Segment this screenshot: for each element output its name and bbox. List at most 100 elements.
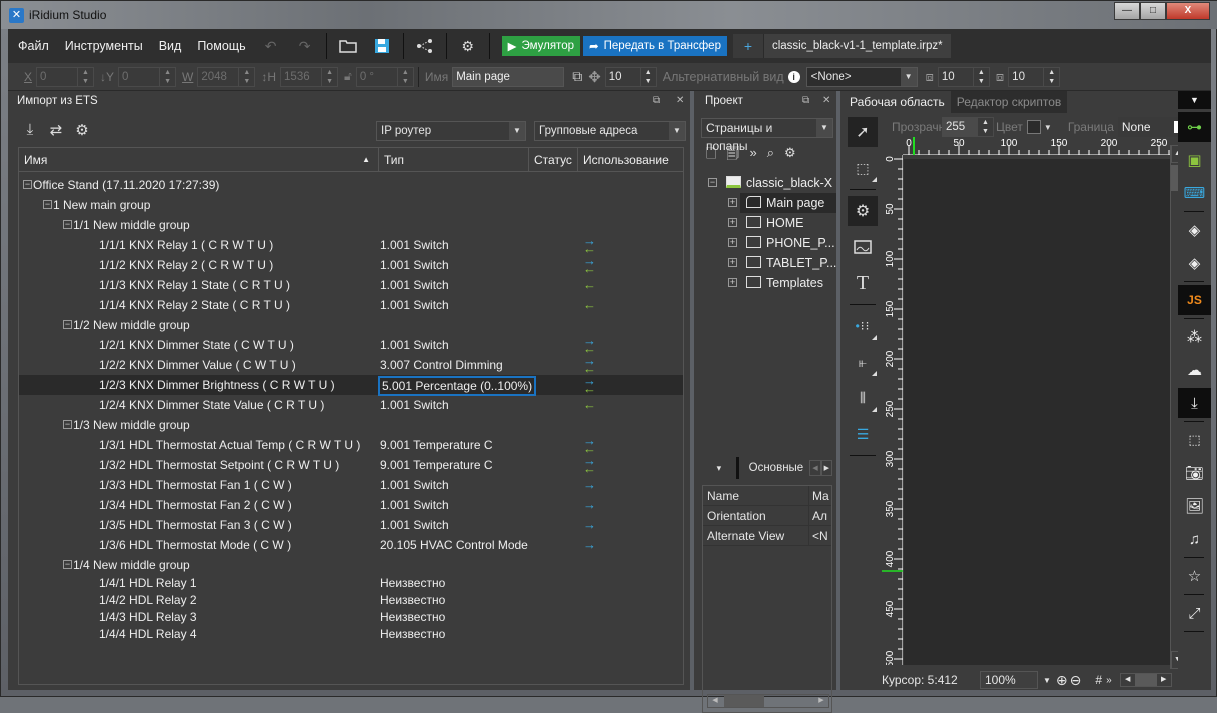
spin-arrows-icon[interactable]: ▲ ▼ [639,67,656,86]
resize-icon[interactable]: ⤢ [1178,598,1211,628]
group-row[interactable]: −1/4 New middle group [19,555,683,575]
spin-arrows-icon[interactable]: ▲ ▼ [396,67,413,86]
table-row[interactable]: 1/4/1 HDL Relay 1 Неизвестно [19,575,683,592]
close-button[interactable]: X [1166,2,1210,20]
tab-scroll-right-icon[interactable]: ▶ [820,460,832,476]
open-folder-icon[interactable] [337,35,359,57]
chevron-down-icon[interactable]: ▼ [1044,123,1052,132]
property-value[interactable]: <N [809,526,831,545]
spin-arrows-icon[interactable]: ▲ ▼ [159,67,175,86]
property-value[interactable]: Ma [809,486,831,505]
table-row[interactable]: 1/4/3 HDL Relay 3 Неизвестно [19,609,683,626]
spin1-spinbox[interactable]: 10 ▲ ▼ [937,66,990,87]
column-header-status[interactable]: Статус [529,148,578,171]
document-tab[interactable]: classic_black-v1-1_template.irpz* [762,34,951,58]
table-row[interactable]: 1/1/3 KNX Relay 1 State ( C R T U ) 1.001… [19,275,683,295]
table-row[interactable]: 1/4/2 HDL Relay 2 Неизвестно [19,592,683,609]
collapse-toggle-icon[interactable]: − [43,200,52,209]
cloud-icon[interactable]: ☁ [1178,355,1211,385]
undock-icon[interactable]: ⧉ [653,95,660,106]
name-input[interactable]: Main page [452,66,565,87]
spin-arrows-icon[interactable]: ▲ ▼ [977,118,993,136]
table-row[interactable]: 1/3/3 HDL Thermostat Fan 1 ( C W ) 1.001 … [19,475,683,495]
connection-select[interactable]: IP роутер ▼ [376,121,526,141]
angle-spinbox[interactable]: 0 ° ▲ ▼ [355,66,414,87]
share-icon[interactable] [414,35,436,57]
width-spinbox[interactable]: 2048 ▲ ▼ [197,66,256,87]
move-grid-icon[interactable]: ✥ [588,68,601,86]
menu-view[interactable]: Вид [151,39,190,53]
add-popup-icon[interactable]: 🗐︎ [726,145,739,167]
y-spinbox[interactable]: 0 ▲ ▼ [118,66,177,87]
text-align-tool-icon[interactable]: ☰ [848,419,878,449]
collapse-toggle-icon[interactable]: − [23,180,32,189]
expand-toggle-icon[interactable]: + [728,258,737,267]
grid-spinbox[interactable]: 10 ▲ ▼ [604,66,657,87]
project-tree-item[interactable]: − classic_black-X [704,173,832,193]
spin-arrows-icon[interactable]: ▲ ▼ [77,67,93,86]
horizontal-scrollbar[interactable]: ◀ ▶ [707,694,829,708]
collapse-icon[interactable]: ▾ [702,463,736,474]
expand-toggle-icon[interactable]: + [728,218,737,227]
maximize-button[interactable]: □ [1140,2,1166,20]
zoom-out-icon[interactable]: ⊖ [1070,672,1082,689]
alt-view-select[interactable]: <None> ▼ [805,66,918,87]
lock-icon[interactable]: 🔓︎ [344,69,352,84]
resize-page-icon[interactable]: ⧉ [572,68,582,85]
table-row[interactable]: 1/3/4 HDL Thermostat Fan 2 ( C W ) 1.001 … [19,495,683,515]
table-row[interactable]: 1/3/2 HDL Thermostat Setpoint ( C R W T … [19,453,683,476]
settings-icon[interactable]: ⚙ [72,121,92,139]
grid-dots-tool-icon[interactable]: • ⁝⁝ [848,311,878,341]
sound-gallery-icon[interactable]: ⬚ [1178,425,1211,455]
property-value[interactable]: Ал [809,506,831,525]
sidebar-collapse-icon[interactable]: ▼ [1178,91,1211,109]
scroll-thumb[interactable] [1134,674,1157,686]
collapse-toggle-icon[interactable]: − [63,420,72,429]
group-row[interactable]: − Office Stand (17.11.2020 17:27:39) [19,175,683,195]
scroll-left-icon[interactable]: ◀ [1121,674,1135,686]
menu-tools[interactable]: Инструменты [57,39,151,53]
save-icon[interactable] [371,35,393,57]
image-gallery-icon[interactable]: 🖼︎ [1178,491,1211,521]
layer-down-icon[interactable]: ⧈ [926,69,934,85]
project-tree-item[interactable]: + HOME [704,213,832,233]
menu-file[interactable]: Файл [10,39,57,53]
opacity-spinbox[interactable]: 255 ▲ ▼ [942,117,994,137]
column-header-usage[interactable]: Использование [578,148,683,171]
layer-up-icon[interactable]: ⧈ [996,69,1004,85]
settings-icon[interactable]: ⚙ [784,145,796,167]
select-tool-icon[interactable]: ➚ [848,117,878,147]
tab-scroll-left-icon[interactable]: ◀ [809,460,821,476]
property-row[interactable]: Alternate View <N [703,526,831,546]
new-tab-button[interactable]: + [732,34,763,58]
menu-help[interactable]: Помощь [189,39,253,53]
project-tree-item[interactable]: + Main page [704,193,836,213]
import-icon[interactable]: ⤓ [20,121,40,139]
item-select-tool-icon[interactable]: ⬚ [848,153,878,183]
redo-icon[interactable]: ↷ [294,35,316,57]
tab-basic[interactable]: Основные [749,462,804,474]
row-type[interactable]: 5.001 Percentage (0..100%) [378,376,537,396]
minimize-button[interactable]: — [1114,2,1140,20]
expand-toggle-icon[interactable]: + [728,278,737,287]
design-canvas[interactable] [904,159,1170,665]
search-icon[interactable]: ⌕ [767,145,774,167]
fill-style-icon[interactable]: ◈ [1178,215,1211,245]
column-header-name[interactable]: Имя ▲ [19,148,379,171]
height-spinbox[interactable]: 1536 ▲ ▼ [280,66,339,87]
fill-settings-icon[interactable]: ◈ [1178,248,1211,278]
view-select[interactable]: Групповые адреса ▼ [534,121,686,141]
zoom-select[interactable]: 100% [980,671,1038,689]
expand-toggle-icon[interactable]: + [728,238,737,247]
table-row[interactable]: 1/3/6 HDL Thermostat Mode ( C W ) 20.105 … [19,535,683,555]
table-row[interactable]: 1/2/3 KNX Dimmer Brightness ( C R W T U … [19,373,683,396]
group-row[interactable]: −1 New main group [19,195,683,215]
tab-script-editor[interactable]: Редактор скриптов [950,91,1068,113]
collapse-toggle-icon[interactable]: − [63,320,72,329]
scroll-right-icon[interactable]: ▶ [1157,674,1171,686]
devices-icon[interactable]: ▣ [1178,145,1211,175]
project-tree-item[interactable]: + TABLET_P... [704,253,836,273]
modules-icon[interactable]: ⁂ [1178,322,1211,352]
property-row[interactable]: Orientation Ал [703,506,831,526]
collapse-toggle-icon[interactable]: − [63,220,72,229]
